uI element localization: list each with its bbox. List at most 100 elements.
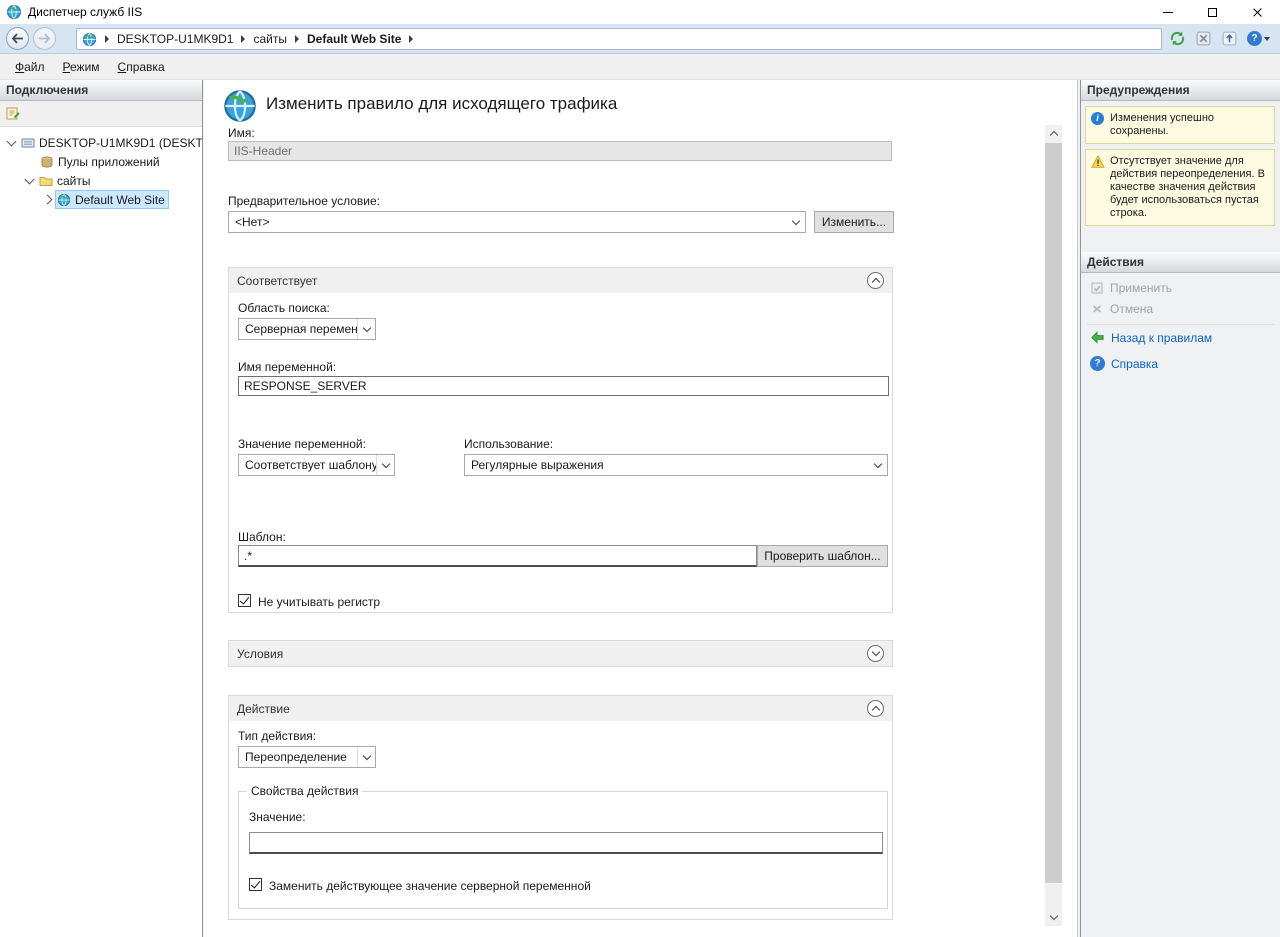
address-bar-icons: ? (1169, 30, 1270, 47)
value-input[interactable] (249, 832, 883, 854)
edit-precondition-button[interactable]: Изменить... (814, 211, 894, 233)
variable-name-input[interactable] (238, 376, 889, 396)
stop-button[interactable] (1195, 30, 1212, 47)
menu-file[interactable]: Файл (6, 56, 54, 78)
tree-item-default-web-site[interactable]: Default Web Site (0, 190, 202, 209)
minimize-button[interactable] (1145, 0, 1190, 24)
scope-value: Серверная переменн (245, 322, 357, 336)
variable-value-select[interactable]: Соответствует шаблону (238, 454, 395, 476)
using-value: Регулярные выражения (471, 458, 604, 472)
titlebar: Диспетчер служб IIS (0, 0, 1280, 24)
connections-toolbar (0, 101, 202, 127)
vertical-scrollbar[interactable] (1045, 125, 1062, 926)
scroll-down-button[interactable] (1045, 909, 1062, 926)
expander-open-icon (7, 136, 17, 146)
breadcrumb-server[interactable]: DESKTOP-U1MK9D1 (115, 32, 235, 46)
breadcrumb-default-web-site[interactable]: Default Web Site (305, 32, 403, 46)
window-title: Диспетчер служб IIS (28, 5, 142, 19)
help-link[interactable]: ? Справка (1090, 356, 1158, 371)
chevron-down-icon (1264, 37, 1270, 41)
replace-value-checkbox[interactable] (249, 878, 262, 891)
menu-view[interactable]: Режим (54, 56, 109, 78)
variable-name-label: Имя переменной: (238, 360, 336, 374)
action-properties-legend: Свойства действия (247, 784, 362, 798)
apply-icon (1090, 281, 1104, 295)
match-section: Соответствует Область поиска: Серверная … (228, 267, 893, 613)
folder-icon (39, 174, 53, 188)
collapse-icon[interactable] (867, 272, 884, 289)
expander-closed-icon (43, 195, 53, 205)
selected-tree-item: Default Web Site (55, 190, 169, 209)
feature-page: Изменить правило для исходящего трафика … (204, 80, 1078, 937)
expand-icon[interactable] (867, 645, 884, 662)
menu-help[interactable]: Справка (109, 56, 174, 78)
scroll-up-button[interactable] (1045, 125, 1062, 142)
test-pattern-button[interactable]: Проверить шаблон... (757, 545, 888, 567)
value-label: Значение: (249, 810, 306, 824)
tree-item-label: Default Web Site (75, 193, 165, 207)
cancel-icon (1090, 302, 1104, 316)
using-select[interactable]: Регулярные выражения (464, 454, 888, 476)
help-menu-button[interactable]: ? (1247, 31, 1270, 46)
stop-icon (1195, 30, 1212, 47)
breadcrumb-sites[interactable]: сайты (251, 32, 289, 46)
breadcrumb: DESKTOP-U1MK9D1 сайты Default Web Site (76, 28, 1162, 50)
new-connection-icon (6, 106, 21, 121)
alerts-header: Предупреждения (1081, 80, 1280, 101)
breadcrumb-separator-icon (409, 35, 413, 43)
new-connection-button[interactable] (6, 106, 21, 121)
tree-item-server[interactable]: DESKTOP-U1MK9D1 (DESKTOI (0, 133, 202, 152)
apply-label: Применить (1110, 281, 1172, 295)
back-to-rules-label: Назад к правилам (1111, 331, 1212, 345)
tree-item-app-pools[interactable]: Пулы приложений (0, 152, 202, 171)
iis-manager-window: Диспетчер служб IIS DESKTOP-U1MK9D1 сайт… (0, 0, 1280, 937)
refresh-button[interactable] (1169, 30, 1186, 47)
action-type-label: Тип действия: (238, 729, 316, 743)
action-section-header[interactable]: Действие (229, 696, 892, 721)
breadcrumb-separator-icon (241, 35, 245, 43)
match-section-title: Соответствует (237, 274, 317, 288)
help-icon: ? (1247, 31, 1262, 46)
warning-alert-text: Отсутствует значение для действия переоп… (1110, 155, 1265, 219)
tree-item-sites[interactable]: сайты (0, 171, 202, 190)
close-button[interactable] (1235, 0, 1280, 24)
chevron-up-icon (1049, 131, 1057, 139)
action-type-select[interactable]: Переопределение (238, 746, 376, 768)
page-globe-icon (222, 88, 258, 124)
scope-select[interactable]: Серверная переменн (238, 318, 376, 340)
collapse-icon[interactable] (867, 700, 884, 717)
apply-button[interactable]: Применить (1090, 281, 1172, 295)
app-pools-icon (40, 155, 54, 169)
conditions-section-header[interactable]: Условия (229, 641, 892, 666)
forward-button[interactable] (33, 27, 56, 50)
tree-item-label: Пулы приложений (58, 155, 160, 169)
address-bar: DESKTOP-U1MK9D1 сайты Default Web Site ? (0, 24, 1280, 54)
chevron-down-icon (357, 747, 375, 767)
variable-value-value: Соответствует шаблону (245, 458, 376, 472)
scope-label: Область поиска: (238, 301, 330, 315)
maximize-button[interactable] (1190, 0, 1235, 24)
conditions-section: Условия (228, 640, 893, 667)
back-to-rules-link[interactable]: Назад к правилам (1090, 330, 1212, 345)
close-icon (1252, 7, 1263, 18)
precondition-select[interactable]: <Нет> (228, 211, 806, 233)
breadcrumb-separator-icon (295, 35, 299, 43)
minimize-icon (1163, 12, 1173, 13)
ignore-case-checkbox[interactable] (238, 594, 251, 607)
menu-bar: Файл Режим Справка (0, 54, 1280, 80)
warning-icon (1091, 155, 1105, 169)
pattern-input[interactable] (238, 545, 757, 567)
back-button[interactable] (6, 27, 29, 50)
action-section: Действие Тип действия: Переопределение С… (228, 695, 893, 920)
replace-value-label: Заменить действующее значение серверной … (269, 879, 591, 893)
action-type-value: Переопределение (245, 750, 347, 764)
match-section-header[interactable]: Соответствует (229, 268, 892, 293)
up-level-button[interactable] (1221, 30, 1238, 47)
forward-icon (38, 33, 51, 44)
name-input[interactable] (228, 141, 892, 161)
pattern-label: Шаблон: (238, 530, 286, 544)
help-label: Справка (1111, 357, 1158, 371)
scrollbar-thumb[interactable] (1045, 143, 1062, 883)
ignore-case-label: Не учитывать регистр (258, 595, 380, 609)
cancel-button[interactable]: Отмена (1090, 302, 1153, 316)
